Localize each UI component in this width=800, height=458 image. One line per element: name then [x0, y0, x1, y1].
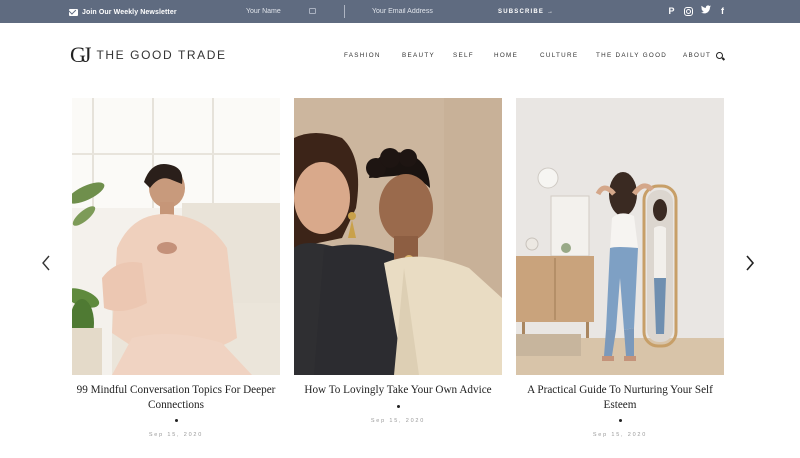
nav-item-the-daily-good[interactable]: THE DAILY GOOD [596, 52, 667, 59]
newsletter-bar: Join Our Weekly Newsletter SUBSCRIBE → P… [0, 0, 800, 23]
subscribe-button[interactable]: SUBSCRIBE → [498, 6, 554, 18]
instagram-icon[interactable] [684, 6, 693, 16]
article-title[interactable]: How To Lovingly Take Your Own Advice [294, 383, 502, 398]
chevron-right-icon [746, 255, 755, 271]
article-title[interactable]: A Practical Guide To Nurturing Your Self… [516, 383, 724, 412]
facebook-icon[interactable]: f [718, 5, 727, 17]
logo-mark: GJ [70, 42, 92, 67]
social-links: P f [667, 5, 727, 17]
article-date: Sep 15, 2020 [148, 432, 204, 438]
article-date: Sep 15, 2020 [592, 432, 648, 438]
newsletter-label-group: Join Our Weekly Newsletter [69, 6, 177, 18]
article-card: How To Lovingly Take Your Own Advice Sep… [294, 98, 502, 424]
nav-item-self[interactable]: SELF [453, 52, 474, 59]
name-input[interactable] [240, 4, 318, 19]
newsletter-label: Join Our Weekly Newsletter [82, 8, 177, 16]
nav-item-fashion[interactable]: FASHION [344, 52, 381, 59]
separator-dot [174, 419, 178, 422]
contact-card-icon [309, 8, 316, 14]
nav-item-about[interactable]: ABOUT [683, 52, 711, 59]
carousel-prev-button[interactable] [41, 255, 51, 271]
mail-icon [69, 8, 78, 16]
email-input[interactable] [366, 4, 476, 19]
subscribe-label: SUBSCRIBE → [498, 9, 555, 15]
nav-item-culture[interactable]: CULTURE [540, 52, 578, 59]
article-card: 99 Mindful Conversation Topics For Deepe… [72, 98, 280, 438]
separator-dot [618, 419, 622, 422]
article-image[interactable] [294, 98, 502, 375]
article-image[interactable] [516, 98, 724, 375]
pinterest-icon[interactable]: P [667, 5, 676, 17]
chevron-left-icon [42, 255, 50, 271]
article-date: Sep 15, 2020 [370, 417, 426, 424]
nav-item-home[interactable]: HOME [494, 52, 518, 59]
article-title[interactable]: 99 Mindful Conversation Topics For Deepe… [72, 383, 280, 412]
search-icon[interactable] [716, 52, 723, 59]
twitter-icon[interactable] [701, 5, 711, 17]
article-image[interactable] [72, 98, 280, 375]
divider [344, 5, 345, 18]
carousel-next-button[interactable] [745, 255, 755, 271]
separator-dot [396, 404, 400, 408]
article-card: A Practical Guide To Nurturing Your Self… [516, 98, 724, 438]
site-logo[interactable]: GJ THE GOOD TRADE [70, 44, 227, 66]
nav-item-beauty[interactable]: BEAUTY [402, 52, 435, 59]
logo-text: THE GOOD TRADE [96, 48, 227, 62]
